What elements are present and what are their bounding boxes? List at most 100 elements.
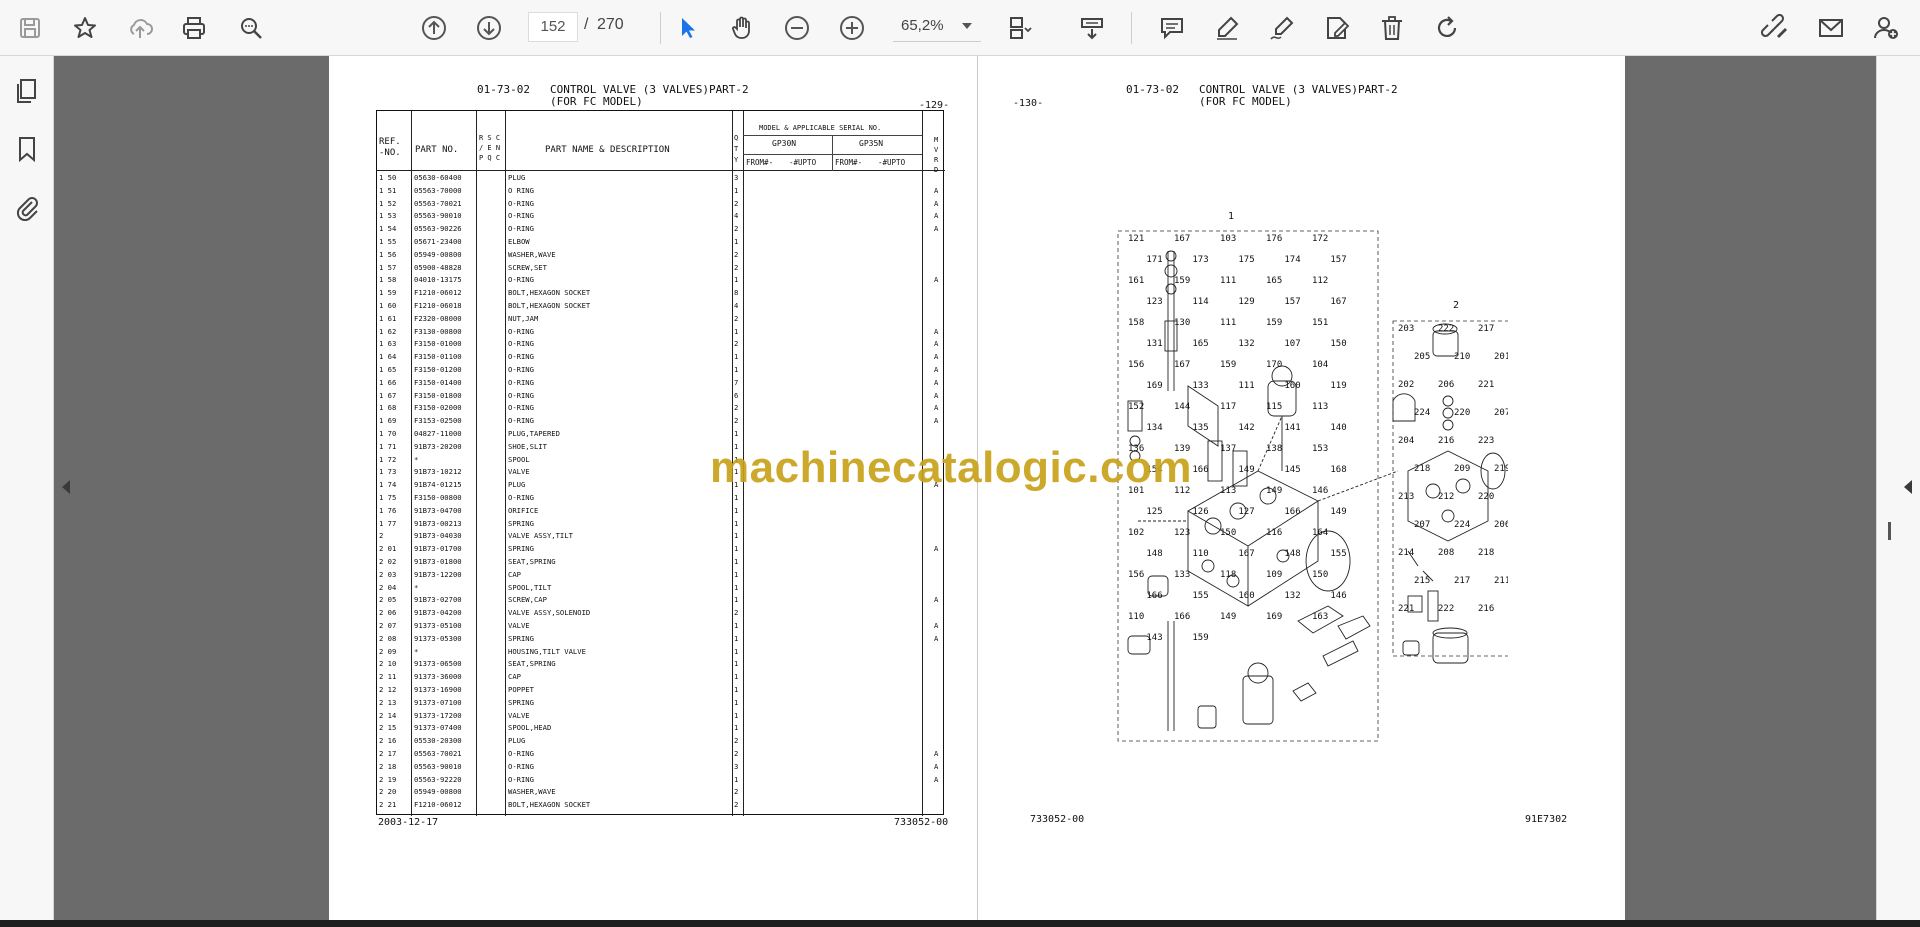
ref-cell: 1 63 — [379, 339, 397, 349]
callout-label: 153 — [1312, 444, 1328, 454]
table-row: 1 56 05949-00800 WASHER,WAVE 2 — [377, 249, 945, 262]
part-name-cell: O-RING — [508, 416, 534, 426]
part-name-cell: CAP — [508, 569, 521, 579]
zoom-out-icon[interactable] — [779, 10, 815, 46]
edit-stamp-icon[interactable] — [1319, 10, 1355, 46]
page-up-icon[interactable] — [416, 10, 452, 46]
comment-icon[interactable] — [1154, 10, 1190, 46]
table-row: 1 58 04010-13175 O-RING 1 A — [377, 274, 945, 287]
part-number-cell: F3150-01000 — [414, 339, 462, 349]
callout-label: 167 — [1330, 297, 1346, 307]
callout-label: 112 — [1312, 276, 1328, 286]
ref-cell: 1 76 — [379, 505, 397, 515]
part-number-cell: F1210-06012 — [414, 800, 462, 810]
callout-label: 107 — [1284, 339, 1300, 349]
table-row: 1 64 F3150-01100 O-RING 1 A — [377, 351, 945, 364]
footer-date: 2003-12-17 — [378, 817, 439, 828]
qty-cell: 2 — [734, 249, 739, 259]
qty-cell: 1 — [734, 531, 739, 541]
callout-label: 126 — [1192, 507, 1208, 517]
print-icon[interactable] — [176, 10, 212, 46]
qty-cell: 1 — [734, 185, 739, 195]
scroll-mode-icon[interactable] — [1074, 10, 1110, 46]
hand-icon[interactable] — [724, 10, 760, 46]
part-name-cell: PLUG — [508, 173, 526, 182]
callout-label: 114 — [1192, 297, 1208, 307]
bookmark-icon[interactable] — [12, 134, 42, 164]
share-link-icon[interactable] — [1757, 10, 1793, 46]
table-row: 1 67 F3150-01800 O-RING 6 A — [377, 390, 945, 403]
table-row: 2 13 91373-07100 SPRING 1 — [377, 697, 945, 710]
collapse-left-panel-icon[interactable] — [62, 480, 70, 494]
ref-cell: 1 70 — [379, 429, 397, 438]
callout-label: 159 — [1220, 360, 1236, 370]
part-name-cell: O-RING — [508, 339, 534, 349]
part-name-cell: O-RING — [508, 774, 534, 784]
group-label-1: 1 — [1228, 211, 1234, 222]
toolbar-divider — [1131, 12, 1132, 44]
qty-cell: 1 — [734, 326, 739, 336]
qty-cell: 2 — [734, 262, 739, 272]
part-number-cell: 05530-20300 — [414, 736, 462, 746]
qty-cell: 3 — [734, 761, 739, 771]
add-user-icon[interactable] — [1868, 10, 1904, 46]
callout-label: 115 — [1266, 402, 1282, 412]
callout-label: 150 — [1330, 339, 1346, 349]
mark-cell: A — [934, 621, 939, 630]
delete-icon[interactable] — [1374, 10, 1410, 46]
callout-label: 206 — [1494, 520, 1508, 530]
part-name-cell: BOLT,HEXAGON SOCKET — [508, 288, 591, 298]
ref-cell: 1 64 — [379, 352, 397, 362]
highlight-icon[interactable] — [1209, 10, 1245, 46]
callout-label: 166 — [1192, 465, 1208, 475]
part-number-cell: 04827-11000 — [414, 429, 462, 438]
part-name-cell: SCREW,CAP — [508, 595, 547, 605]
zoom-in-icon[interactable] — [834, 10, 870, 46]
zoom-search-icon[interactable] — [233, 10, 269, 46]
save-icon[interactable] — [12, 10, 48, 46]
footer-drawing-no: 91E7302 — [1525, 814, 1568, 825]
callout-label: 146 — [1312, 486, 1328, 496]
callout-label: 204 — [1398, 436, 1414, 446]
callout-label: 156 — [1128, 360, 1144, 370]
qty-cell: 1 — [734, 685, 739, 694]
table-row: 2 06 91B73-04200 VALVE ASSY,SOLENOID 2 — [377, 607, 945, 620]
mark-cell: A — [934, 774, 939, 784]
callout-label: 157 — [1284, 297, 1300, 307]
callout-label: 111 — [1238, 381, 1254, 391]
part-name-cell: O-RING — [508, 761, 534, 771]
page-down-icon[interactable] — [471, 10, 507, 46]
callout-label: 208 — [1438, 548, 1454, 558]
mark-cell: A — [934, 185, 939, 195]
callout-label: 219 — [1494, 464, 1508, 474]
thumbnails-icon[interactable] — [12, 76, 42, 106]
sign-icon[interactable] — [1264, 10, 1300, 46]
part-number-cell: 05949-00800 — [414, 249, 462, 259]
ref-cell: 1 56 — [379, 249, 397, 259]
chevron-down-icon[interactable] — [962, 23, 972, 29]
mark-cell: A — [934, 377, 939, 387]
part-name-cell: O RING — [508, 185, 534, 195]
part-name-cell: WASHER,WAVE — [508, 787, 556, 797]
cloud-upload-icon[interactable] — [122, 10, 158, 46]
part-number-cell: F3150-02000 — [414, 403, 462, 413]
vertical-scrollbar[interactable] — [1888, 522, 1891, 540]
ref-cell: 2 05 — [379, 595, 397, 605]
pointer-icon[interactable] — [670, 10, 706, 46]
mail-icon[interactable] — [1813, 10, 1849, 46]
rotate-icon[interactable] — [1429, 10, 1465, 46]
callout-label: 161 — [1128, 276, 1144, 286]
part-name-cell: BOLT,HEXAGON SOCKET — [508, 800, 591, 810]
callout-label: 140 — [1330, 423, 1346, 433]
attachment-icon[interactable] — [12, 192, 42, 222]
page-number: -130- — [1013, 98, 1044, 109]
ref-cell: 1 73 — [379, 467, 397, 477]
page-layout-icon[interactable] — [1002, 10, 1038, 46]
expand-right-panel-icon[interactable] — [1904, 480, 1912, 494]
page-number-input[interactable]: 152 — [528, 12, 578, 42]
qty-cell: 4 — [734, 211, 739, 221]
qty-cell: 1 — [734, 723, 739, 733]
ref-cell: 2 13 — [379, 697, 397, 707]
footer-code: 733052-00 — [894, 817, 949, 828]
star-icon[interactable] — [67, 10, 103, 46]
